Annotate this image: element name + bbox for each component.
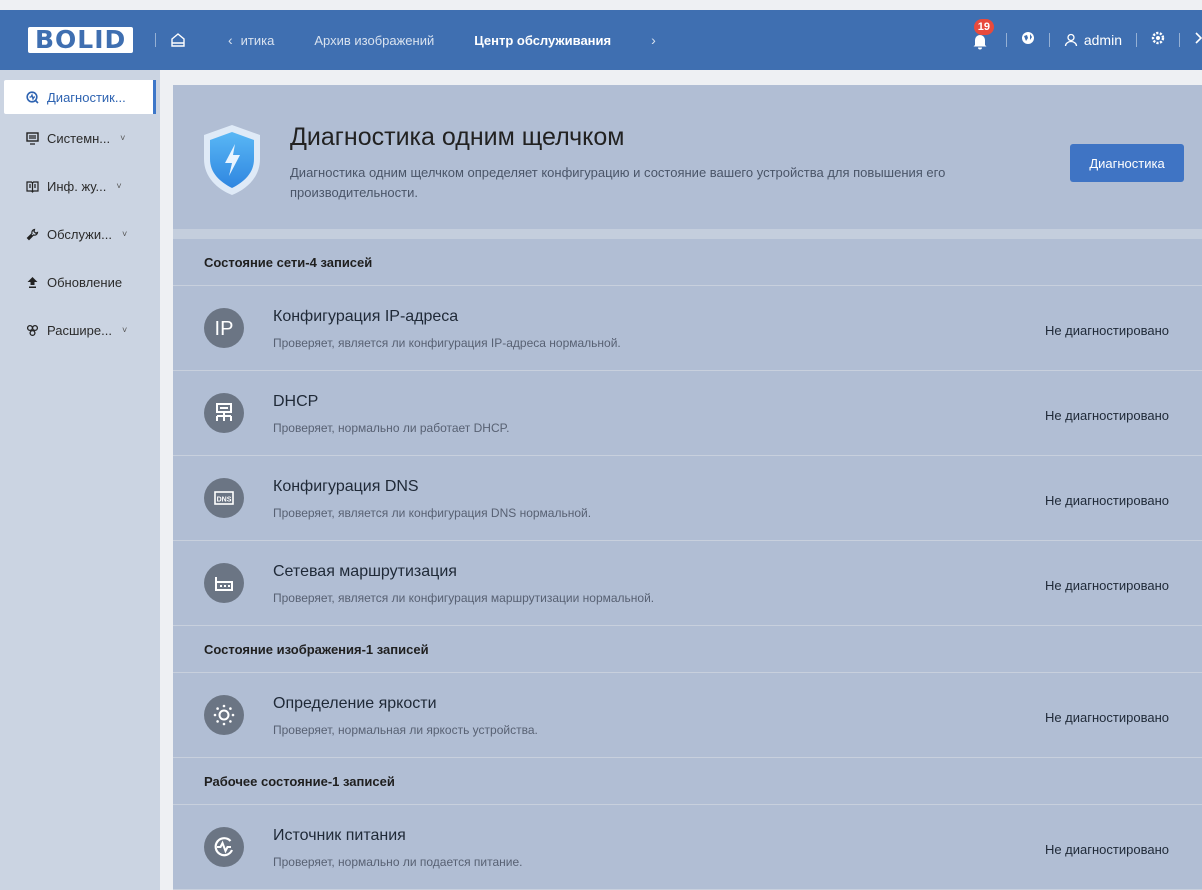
log-book-icon [26, 180, 39, 193]
item-description: Проверяет, нормально ли работает DHCP. [273, 421, 510, 435]
section-title-operational: Рабочее состояние-1 записей [173, 758, 1202, 805]
sidebar-item-label: Диагностик... [47, 89, 126, 105]
diagnose-button[interactable]: Диагностика [1070, 144, 1184, 182]
chevron-down-icon: ˅ [120, 133, 126, 143]
sidebar-item-label: Инф. жу... [47, 178, 107, 194]
user-icon [1064, 33, 1078, 47]
dhcp-icon [204, 393, 244, 433]
top-bar: BOLID ‹ итика Архив изображений Центр об… [0, 10, 1202, 70]
sidebar-item-extensions[interactable]: Расшире... ˅ [0, 306, 160, 354]
sidebar-item-log[interactable]: Инф. жу... ˅ [0, 162, 160, 210]
sidebar: Диагностик... Системн... ˅ Инф. жу... ˅ … [0, 70, 160, 890]
diagnostic-hero: Диагностика одним щелчком Диагностика од… [173, 85, 1202, 239]
list-item: Сетевая маршрутизация Проверяет, являетс… [173, 541, 1202, 626]
main-content: Диагностика одним щелчком Диагностика од… [173, 85, 1202, 890]
extension-icon [26, 324, 39, 336]
item-status: Не диагностировано [1044, 578, 1169, 593]
nav-prev-icon[interactable]: ‹ [228, 32, 233, 48]
ip-icon: IP [204, 308, 244, 348]
logo: BOLID [0, 10, 155, 70]
item-name: Конфигурация DNS [273, 478, 419, 495]
item-description: Проверяет, является ли конфигурация DNS … [273, 506, 592, 520]
item-status: Не диагностировано [1044, 323, 1169, 338]
divider [1179, 33, 1180, 47]
list-item: IP Конфигурация IP-адреса Проверяет, явл… [173, 286, 1202, 371]
list-item: DHCP Проверяет, нормально ли работает DH… [173, 371, 1202, 456]
chevron-down-icon: ˅ [121, 229, 128, 239]
nav-item-service-center[interactable]: Центр обслуживания [474, 33, 611, 48]
expand-icon[interactable] [1194, 31, 1202, 50]
sidebar-item-label: Системн... [47, 130, 111, 146]
divider [1005, 33, 1007, 47]
list-item: Источник питания Проверяет, нормально ли… [173, 805, 1202, 890]
svg-text:DNS: DNS [217, 497, 232, 504]
chevron-down-icon: ˅ [116, 181, 122, 191]
section-title-image: Состояние изображения-1 записей [173, 626, 1202, 673]
power-icon [204, 827, 244, 867]
item-status: Не диагностировано [1044, 710, 1169, 725]
upgrade-icon [27, 276, 38, 288]
item-name: Сетевая маршрутизация [273, 563, 457, 580]
item-name: DHCP [273, 393, 319, 410]
diagnostic-icon [26, 90, 39, 104]
sidebar-item-system[interactable]: Системн... ˅ [0, 114, 160, 162]
item-description: Проверяет, является ли конфигурация марш… [273, 591, 655, 605]
divider [1136, 33, 1137, 47]
nav-item-image-archive[interactable]: Архив изображений [314, 33, 434, 48]
shield-lightning-icon [201, 123, 263, 202]
brightness-icon [204, 695, 244, 735]
globe-icon[interactable] [1021, 31, 1035, 50]
chevron-down-icon: ˅ [121, 325, 128, 335]
item-status: Не диагностировано [1044, 408, 1169, 423]
item-description: Проверяет, нормальная ли яркость устройс… [273, 723, 538, 737]
sidebar-item-label: Расшире... [47, 322, 112, 338]
page-description: Диагностика одним щелчком определяет кон… [290, 165, 946, 200]
item-name: Источник питания [273, 827, 406, 844]
page-title: Диагностика одним щелчком [290, 123, 625, 151]
item-name: Конфигурация IP-адреса [273, 308, 459, 325]
sidebar-item-label: Обслужи... [47, 226, 112, 242]
home-icon[interactable] [156, 32, 200, 48]
system-icon [26, 131, 39, 145]
logo-text: BOLID [28, 27, 134, 53]
item-status: Не диагностировано [1044, 493, 1169, 508]
sidebar-item-diagnostics[interactable]: Диагностик... [4, 80, 156, 114]
item-status: Не диагностировано [1044, 842, 1169, 857]
list-item: Определение яркости Проверяет, нормальна… [173, 673, 1202, 758]
username: admin [1083, 32, 1122, 48]
divider [1048, 33, 1050, 47]
sidebar-item-label: Обновление [47, 274, 123, 290]
router-icon [204, 563, 244, 603]
sidebar-item-upgrade[interactable]: Обновление [0, 258, 160, 306]
list-item: DNS Конфигурация DNS Проверяет, является… [173, 456, 1202, 541]
nav-item-back[interactable]: итика [241, 33, 275, 48]
nav-next-icon[interactable]: › [651, 32, 656, 48]
item-description: Проверяет, нормально ли подается питание… [273, 855, 523, 869]
item-description: Проверяет, является ли конфигурация IP-а… [273, 336, 621, 350]
maintenance-icon [26, 228, 39, 240]
settings-gear-icon[interactable] [1151, 31, 1165, 50]
notifications-bell-icon[interactable]: 19 [972, 19, 994, 50]
section-title-network: Состояние сети-4 записей [173, 239, 1202, 286]
user-menu[interactable]: admin [1064, 32, 1122, 48]
svg-text:IP: IP [215, 318, 234, 339]
item-name: Определение яркости [273, 695, 437, 712]
sidebar-item-maintenance[interactable]: Обслужи... ˅ [0, 210, 160, 258]
notification-count-badge: 19 [973, 19, 994, 35]
dns-icon: DNS [204, 478, 244, 518]
